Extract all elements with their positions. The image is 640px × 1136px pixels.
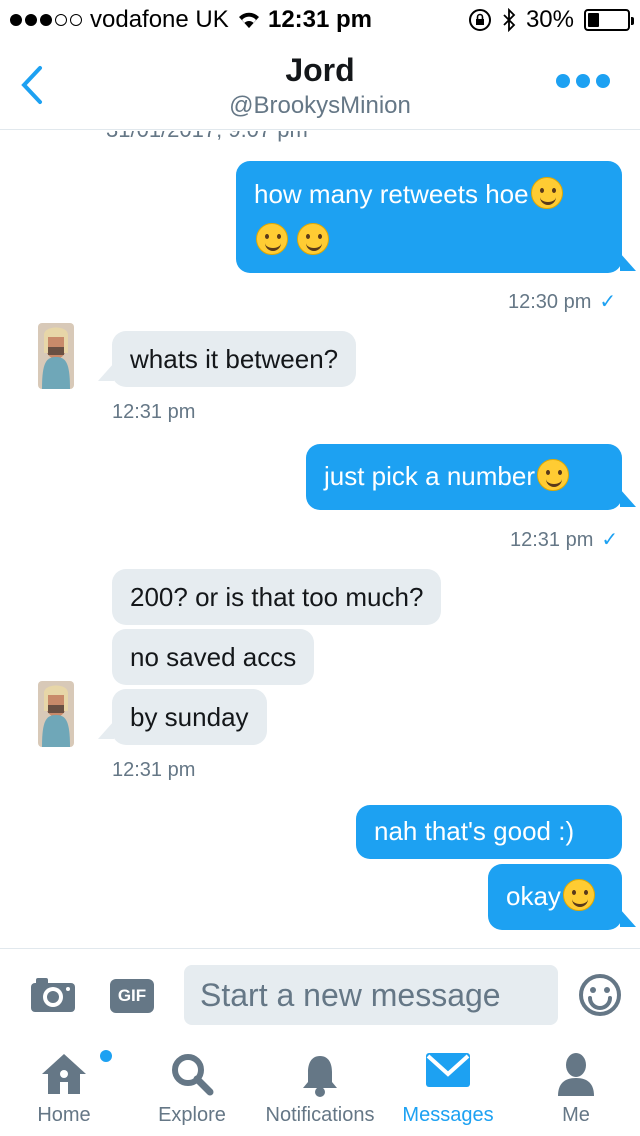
timestamp-text: 12:31 pm	[510, 529, 594, 551]
tab-explore[interactable]: Explore	[142, 1038, 242, 1136]
message-text: whats it between?	[130, 344, 339, 374]
incoming-message[interactable]: 200? or is that too much?	[112, 569, 442, 625]
message-input[interactable]	[184, 965, 558, 1025]
battery-icon	[584, 9, 634, 31]
tab-notifications[interactable]: Notifications	[256, 1038, 384, 1136]
outgoing-message[interactable]: okay	[488, 864, 622, 930]
envelope-icon	[425, 1052, 471, 1093]
tab-label: Notifications	[265, 1104, 375, 1126]
message-text: nah that's good :)	[374, 816, 575, 846]
person-icon	[556, 1052, 596, 1103]
more-options-button[interactable]	[556, 74, 610, 88]
date-stamp: 31/01/2017, 9:07 pm	[106, 131, 308, 143]
conversation-header: Jord @BrookysMinion	[0, 40, 640, 130]
bluetooth-icon	[503, 8, 516, 32]
bubble-tail	[98, 363, 114, 381]
message-text: 200? or is that too much?	[130, 582, 424, 612]
incoming-message[interactable]: by sunday	[112, 689, 267, 745]
bubble-tail	[620, 253, 636, 271]
tab-label: Me	[562, 1104, 590, 1126]
avatar-image	[38, 681, 74, 747]
tears-of-joy-icon	[297, 223, 330, 255]
status-bar: vodafone UK 12:31 pm 30%	[0, 0, 640, 40]
timestamp-text: 12:30 pm	[508, 291, 592, 313]
gif-button[interactable]: GIF	[110, 979, 154, 1013]
more-dot	[556, 74, 570, 88]
slightly-smiling-face-icon	[562, 879, 595, 911]
message-timestamp: 12:31 pm	[112, 401, 196, 423]
message-text: just pick a number	[324, 461, 535, 491]
message-text: okay	[506, 881, 561, 911]
emoji-button[interactable]	[578, 973, 622, 1022]
more-dot	[576, 74, 590, 88]
incoming-message[interactable]: no saved accs	[112, 629, 315, 685]
conversation-title[interactable]: Jord	[0, 52, 640, 89]
more-dot	[596, 74, 610, 88]
read-check-icon: ✓	[599, 291, 617, 313]
outgoing-message[interactable]: just pick a number	[306, 444, 622, 510]
winking-face-tongue-icon	[530, 177, 563, 209]
rotation-lock-icon	[468, 9, 491, 31]
incoming-message[interactable]: whats it between?	[112, 331, 357, 387]
status-right: 30%	[468, 6, 634, 34]
tab-bar: Home Explore Notifications Messages Me	[0, 1038, 640, 1136]
smiley-icon	[579, 974, 621, 1016]
tab-messages[interactable]: Messages	[396, 1038, 500, 1136]
tab-label: Home	[37, 1104, 91, 1126]
message-list[interactable]: 31/01/2017, 9:07 pm how many retweets ho…	[0, 131, 640, 948]
tab-label: Explore	[158, 1104, 226, 1126]
message-text: by sunday	[130, 702, 249, 732]
bell-icon	[300, 1052, 340, 1103]
avatar-image	[38, 323, 74, 389]
avatar[interactable]	[38, 323, 74, 389]
search-icon	[170, 1052, 214, 1101]
bubble-tail	[98, 721, 114, 739]
tab-home[interactable]: Home	[14, 1038, 114, 1136]
avatar[interactable]	[38, 681, 74, 747]
camera-button[interactable]	[30, 977, 76, 1018]
outgoing-message[interactable]: how many retweets hoe	[236, 161, 622, 273]
message-timestamp: 12:31 pm	[112, 759, 196, 781]
read-check-icon: ✓	[601, 529, 619, 551]
outgoing-message[interactable]: nah that's good :)	[356, 805, 622, 859]
message-timestamp: 12:30 pm ✓	[508, 289, 616, 314]
message-composer: GIF	[0, 948, 640, 1038]
message-timestamp: 12:31 pm ✓	[510, 527, 618, 552]
battery-percent: 30%	[525, 6, 574, 33]
camera-icon	[31, 978, 75, 1012]
tab-me[interactable]: Me	[528, 1038, 624, 1136]
message-text: no saved accs	[130, 642, 297, 672]
home-icon	[40, 1052, 88, 1101]
tab-label: Messages	[402, 1104, 494, 1126]
tears-of-joy-icon	[536, 459, 569, 491]
notification-badge	[100, 1050, 112, 1062]
message-text: how many retweets hoe	[254, 179, 529, 209]
bubble-tail	[620, 489, 636, 507]
bubble-tail	[620, 909, 636, 927]
upside-down-face-icon	[256, 223, 288, 255]
conversation-handle[interactable]: @BrookysMinion	[0, 92, 640, 120]
